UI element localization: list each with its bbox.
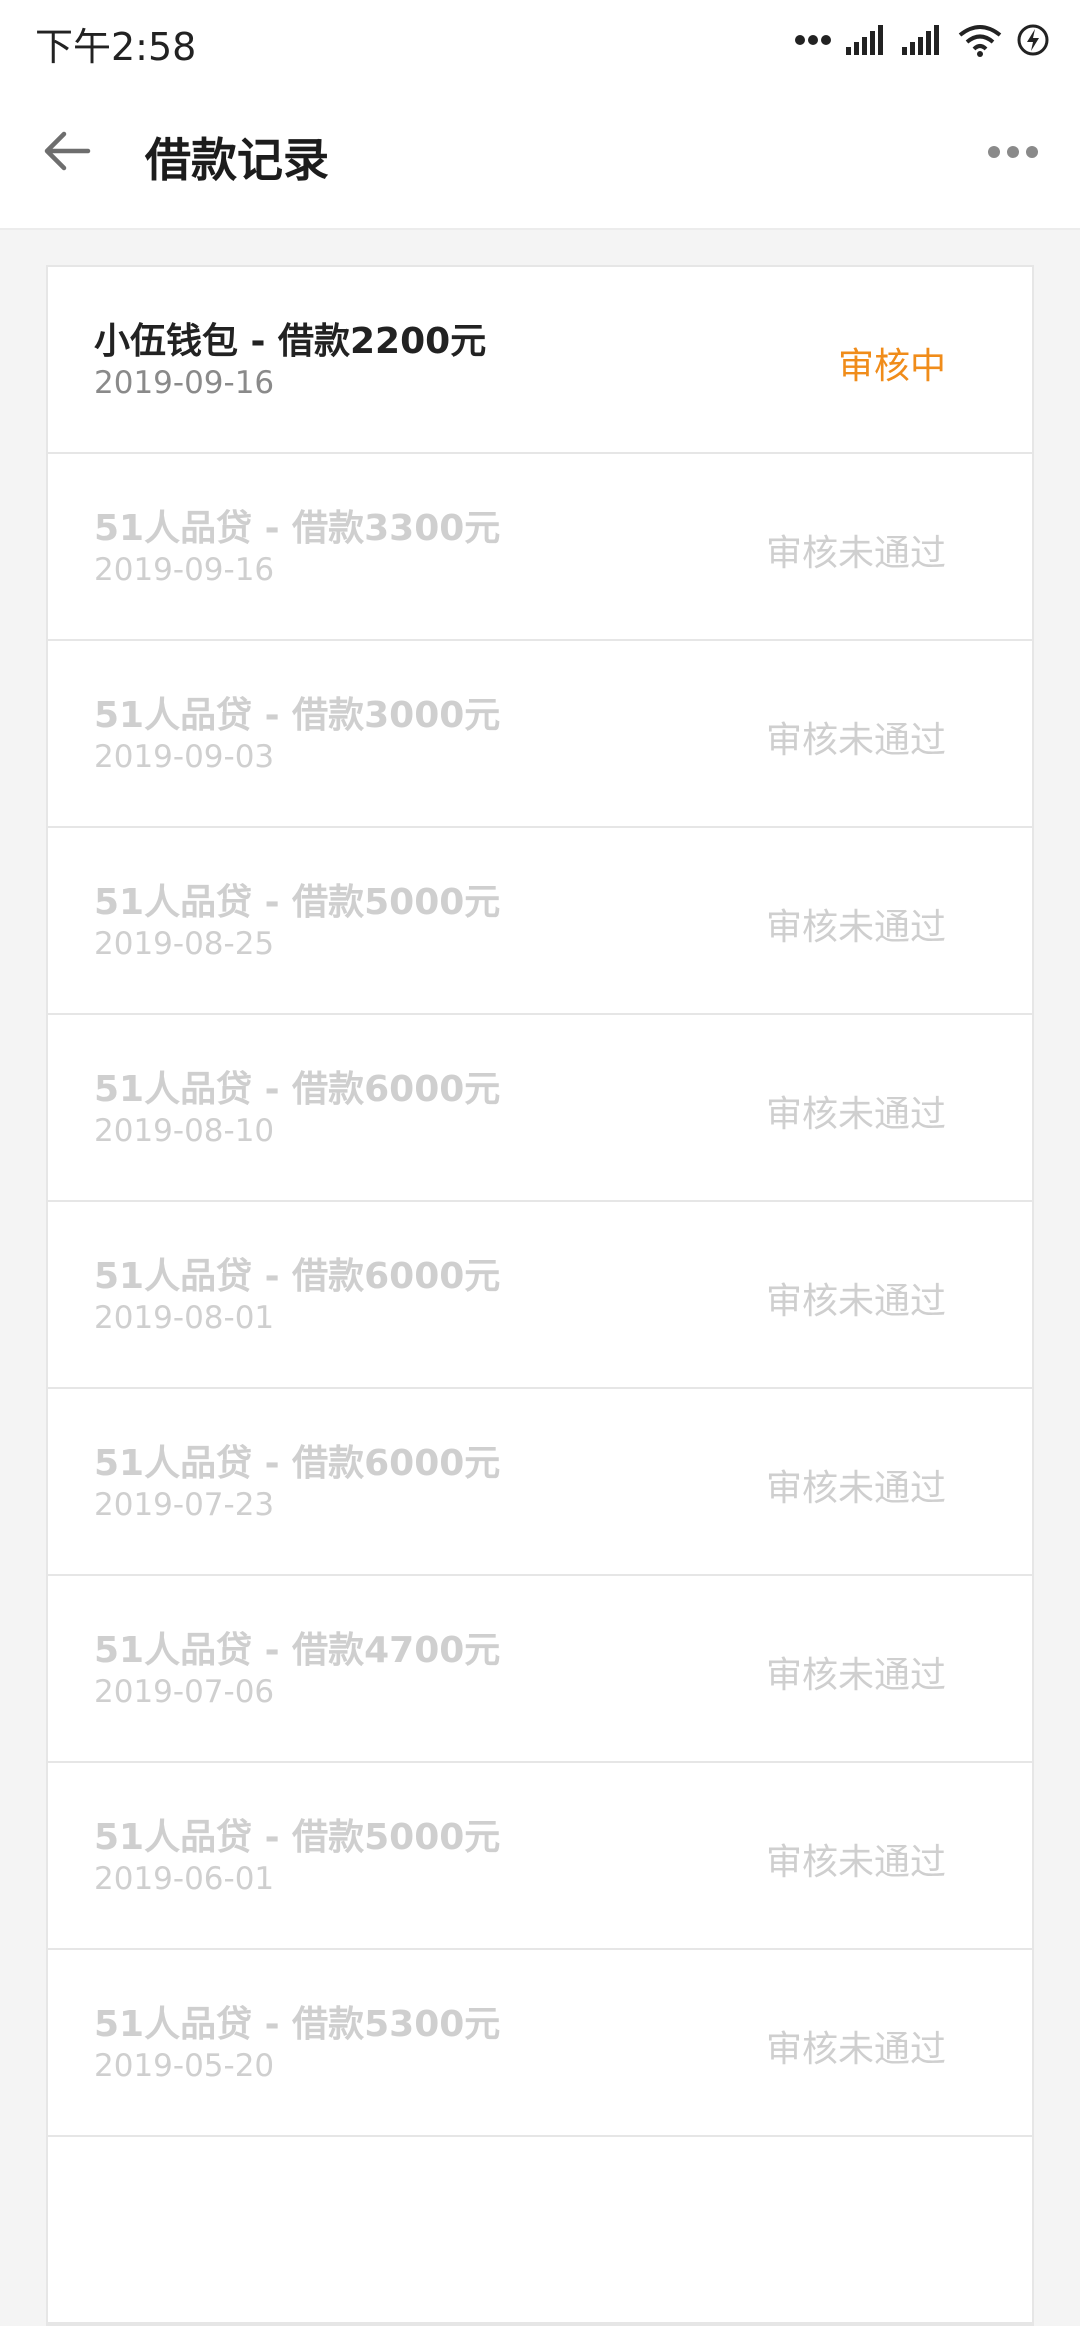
record-item[interactable]: 51人品贷 - 借款4700元 2019-07-06 审核未通过 <box>48 1576 1032 1763</box>
record-status: 审核中 <box>837 346 946 387</box>
record-item[interactable]: 51人品贷 - 借款3300元 2019-09-16 审核未通过 <box>48 454 1032 641</box>
page-title: 借款记录 <box>145 133 329 187</box>
record-item[interactable]: 51人品贷 - 借款5000元 2019-06-01 审核未通过 <box>48 1763 1032 1950</box>
signal-icon <box>846 25 888 55</box>
record-date: 2019-09-03 <box>94 739 275 775</box>
record-title: 小伍钱包 - 借款2200元 <box>94 321 487 362</box>
record-title: 51人品贷 - 借款3300元 <box>94 508 501 549</box>
record-title: 51人品贷 - 借款5300元 <box>94 2004 501 2045</box>
record-date: 2019-06-01 <box>94 1861 275 1897</box>
record-date: 2019-09-16 <box>94 365 275 401</box>
loan-record-list: 小伍钱包 - 借款2200元 2019-09-16 审核中 51人品贷 - 借款… <box>46 265 1034 2326</box>
record-title: 51人品贷 - 借款6000元 <box>94 1443 501 1484</box>
record-item[interactable]: 小伍钱包 - 借款2200元 2019-09-16 审核中 <box>48 267 1032 454</box>
record-item[interactable]: 51人品贷 - 借款6000元 2019-07-23 审核未通过 <box>48 1389 1032 1576</box>
record-date: 2019-09-16 <box>94 552 275 588</box>
record-date: 2019-08-25 <box>94 926 275 962</box>
status-time: 下午2:58 <box>35 25 197 69</box>
record-status: 审核未通过 <box>765 1842 946 1883</box>
record-status: 审核未通过 <box>765 720 946 761</box>
record-date: 2019-07-23 <box>94 1487 275 1523</box>
record-item[interactable]: 51人品贷 - 借款5000元 2019-08-25 审核未通过 <box>48 828 1032 1015</box>
record-title: 51人品贷 - 借款3000元 <box>94 695 501 736</box>
record-date: 2019-05-20 <box>94 2048 275 2084</box>
record-item[interactable]: 51人品贷 - 借款3000元 2019-09-03 审核未通过 <box>48 641 1032 828</box>
charging-icon <box>1016 23 1050 57</box>
arrow-left-icon <box>42 129 92 177</box>
record-title: 51人品贷 - 借款6000元 <box>94 1069 501 1110</box>
record-status: 审核未通过 <box>765 2029 946 2070</box>
status-bar: 下午2:58 <box>0 0 1080 80</box>
record-status: 审核未通过 <box>765 907 946 948</box>
record-title: 51人品贷 - 借款6000元 <box>94 1256 501 1297</box>
more-horizontal-icon <box>987 144 1039 163</box>
app-bar: 借款记录 <box>0 80 1080 230</box>
wifi-icon <box>958 23 1002 57</box>
record-status: 审核未通过 <box>765 1468 946 1509</box>
record-status: 审核未通过 <box>765 1281 946 1322</box>
record-item[interactable]: 51人品贷 - 借款6000元 2019-08-01 审核未通过 <box>48 1202 1032 1389</box>
more-button[interactable] <box>976 116 1050 190</box>
record-status: 审核未通过 <box>765 533 946 574</box>
signal-icon <box>902 25 944 55</box>
record-date: 2019-07-06 <box>94 1674 275 1710</box>
record-item[interactable]: 51人品贷 - 借款6000元 2019-08-10 审核未通过 <box>48 1015 1032 1202</box>
record-title: 51人品贷 - 借款5000元 <box>94 882 501 923</box>
dots-icon <box>794 34 832 46</box>
record-date: 2019-08-01 <box>94 1300 275 1336</box>
back-button[interactable] <box>30 116 104 190</box>
record-status: 审核未通过 <box>765 1094 946 1135</box>
record-item[interactable]: 51人品贷 - 借款5300元 2019-05-20 审核未通过 <box>48 1950 1032 2137</box>
record-title: 51人品贷 - 借款4700元 <box>94 1630 501 1671</box>
record-status: 审核未通过 <box>765 1655 946 1696</box>
status-icons <box>794 20 1050 60</box>
record-title: 51人品贷 - 借款5000元 <box>94 1817 501 1858</box>
record-item-partial[interactable] <box>48 2137 1032 2324</box>
record-date: 2019-08-10 <box>94 1113 275 1149</box>
